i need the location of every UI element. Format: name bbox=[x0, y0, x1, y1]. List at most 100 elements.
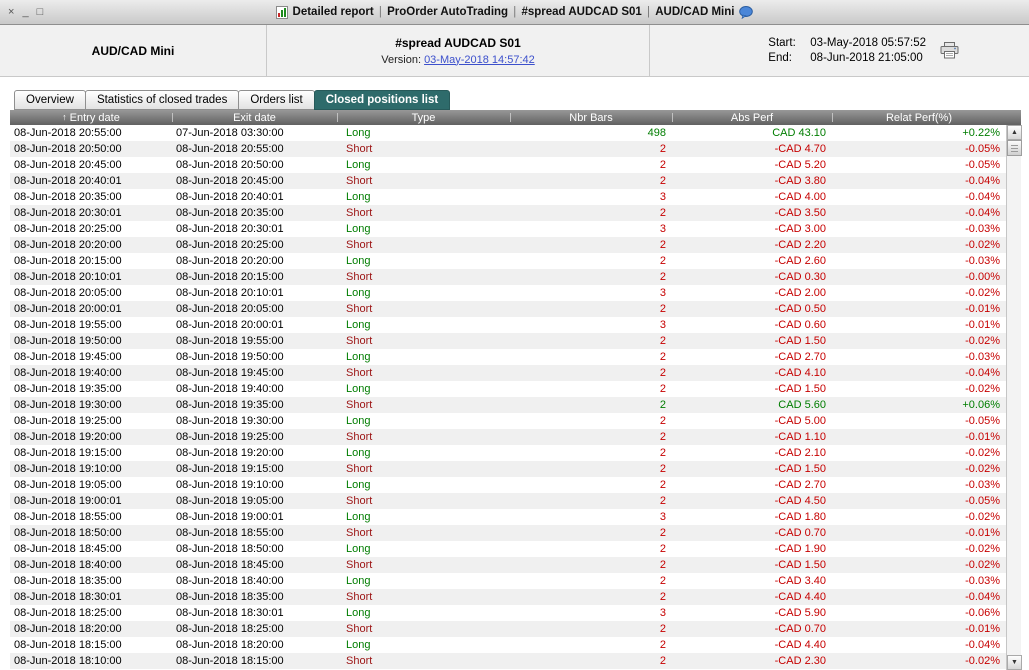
cell-entry: 08-Jun-2018 20:00:01 bbox=[14, 303, 122, 315]
table-row[interactable]: 08-Jun-2018 18:15:00 08-Jun-2018 18:20:00… bbox=[10, 637, 1006, 653]
cell-entry: 08-Jun-2018 19:50:00 bbox=[14, 335, 122, 347]
cell-abs: -CAD 5.20 bbox=[774, 159, 826, 171]
cell-relat: -0.03% bbox=[965, 575, 1000, 587]
column-header-exit-date[interactable]: Exit date bbox=[172, 110, 337, 125]
cell-bars: 2 bbox=[659, 495, 666, 507]
title-separator: | bbox=[510, 6, 520, 18]
table-row[interactable]: 08-Jun-2018 19:20:00 08-Jun-2018 19:25:00… bbox=[10, 429, 1006, 445]
scrollbar-thumb[interactable] bbox=[1007, 140, 1022, 156]
cell-type: Long bbox=[346, 127, 371, 139]
cell-exit: 08-Jun-2018 18:25:00 bbox=[176, 623, 284, 635]
cell-exit: 08-Jun-2018 19:20:00 bbox=[176, 447, 284, 459]
cell-bars: 2 bbox=[659, 143, 666, 155]
table-row[interactable]: 08-Jun-2018 18:35:00 08-Jun-2018 18:40:00… bbox=[10, 573, 1006, 589]
table-row[interactable]: 08-Jun-2018 20:25:00 08-Jun-2018 20:30:01… bbox=[10, 221, 1006, 237]
table-row[interactable]: 08-Jun-2018 20:40:01 08-Jun-2018 20:45:00… bbox=[10, 173, 1006, 189]
table-row[interactable]: 08-Jun-2018 18:10:00 08-Jun-2018 18:15:00… bbox=[10, 653, 1006, 669]
table-row[interactable]: 08-Jun-2018 20:55:00 07-Jun-2018 03:30:00… bbox=[10, 125, 1006, 141]
table-row[interactable]: 08-Jun-2018 18:30:01 08-Jun-2018 18:35:00… bbox=[10, 589, 1006, 605]
cell-relat: -0.03% bbox=[965, 223, 1000, 235]
table-row[interactable]: 08-Jun-2018 20:30:01 08-Jun-2018 20:35:00… bbox=[10, 205, 1006, 221]
cell-entry: 08-Jun-2018 19:45:00 bbox=[14, 351, 122, 363]
cell-relat: -0.06% bbox=[965, 607, 1000, 619]
title-part: ProOrder AutoTrading bbox=[387, 6, 509, 18]
end-row: End: 08-Jun-2018 21:05:00 bbox=[768, 51, 926, 66]
scroll-up-button[interactable]: ▲ bbox=[1007, 125, 1022, 140]
version-link[interactable]: 03-May-2018 14:57:42 bbox=[424, 54, 535, 66]
cell-type: Long bbox=[346, 287, 371, 299]
cell-relat: -0.02% bbox=[965, 239, 1000, 251]
vertical-scrollbar[interactable]: ▲ ▼ bbox=[1006, 125, 1022, 670]
cell-relat: -0.03% bbox=[965, 255, 1000, 267]
cell-type: Short bbox=[346, 527, 373, 539]
table-row[interactable]: 08-Jun-2018 20:05:00 08-Jun-2018 20:10:01… bbox=[10, 285, 1006, 301]
cell-relat: -0.04% bbox=[965, 639, 1000, 651]
cell-bars: 2 bbox=[659, 207, 666, 219]
cell-exit: 08-Jun-2018 20:30:01 bbox=[176, 223, 284, 235]
cell-abs: -CAD 1.50 bbox=[774, 559, 826, 571]
table-row[interactable]: 08-Jun-2018 18:20:00 08-Jun-2018 18:25:00… bbox=[10, 621, 1006, 637]
cell-type: Short bbox=[346, 655, 373, 667]
cell-bars: 2 bbox=[659, 623, 666, 635]
chat-bubble-icon[interactable] bbox=[739, 5, 754, 19]
table-row[interactable]: 08-Jun-2018 18:50:00 08-Jun-2018 18:55:00… bbox=[10, 525, 1006, 541]
cell-abs: -CAD 2.10 bbox=[774, 447, 826, 459]
table-row[interactable]: 08-Jun-2018 20:35:00 08-Jun-2018 20:40:01… bbox=[10, 189, 1006, 205]
print-button[interactable] bbox=[940, 42, 959, 59]
table-row[interactable]: 08-Jun-2018 20:45:00 08-Jun-2018 20:50:00… bbox=[10, 157, 1006, 173]
tab-orders-list[interactable]: Orders list bbox=[238, 90, 315, 110]
table-row[interactable]: 08-Jun-2018 20:20:00 08-Jun-2018 20:25:00… bbox=[10, 237, 1006, 253]
instrument-panel: AUD/CAD Mini bbox=[0, 25, 267, 76]
tab-closed-positions-list[interactable]: Closed positions list bbox=[313, 90, 451, 110]
cell-abs: -CAD 1.50 bbox=[774, 383, 826, 395]
table-row[interactable]: 08-Jun-2018 19:40:00 08-Jun-2018 19:45:00… bbox=[10, 365, 1006, 381]
cell-bars: 2 bbox=[659, 463, 666, 475]
cell-relat: -0.02% bbox=[965, 335, 1000, 347]
cell-type: Long bbox=[346, 479, 371, 491]
cell-exit: 08-Jun-2018 20:15:00 bbox=[176, 271, 284, 283]
tab-overview[interactable]: Overview bbox=[14, 90, 86, 110]
report-summary: AUD/CAD Mini #spread AUDCAD S01 Version:… bbox=[0, 25, 1029, 77]
cell-entry: 08-Jun-2018 18:10:00 bbox=[14, 655, 122, 667]
cell-exit: 08-Jun-2018 19:05:00 bbox=[176, 495, 284, 507]
table-row[interactable]: 08-Jun-2018 19:35:00 08-Jun-2018 19:40:00… bbox=[10, 381, 1006, 397]
table-row[interactable]: 08-Jun-2018 18:40:00 08-Jun-2018 18:45:00… bbox=[10, 557, 1006, 573]
table-row[interactable]: 08-Jun-2018 19:00:01 08-Jun-2018 19:05:00… bbox=[10, 493, 1006, 509]
table-row[interactable]: 08-Jun-2018 19:45:00 08-Jun-2018 19:50:00… bbox=[10, 349, 1006, 365]
table-row[interactable]: 08-Jun-2018 19:15:00 08-Jun-2018 19:20:00… bbox=[10, 445, 1006, 461]
column-header-nbr-bars[interactable]: Nbr Bars bbox=[510, 110, 672, 125]
scroll-down-button[interactable]: ▼ bbox=[1007, 655, 1022, 670]
table-row[interactable]: 08-Jun-2018 19:55:00 08-Jun-2018 20:00:01… bbox=[10, 317, 1006, 333]
cell-relat: -0.05% bbox=[965, 159, 1000, 171]
minimize-button[interactable]: _ bbox=[22, 7, 28, 18]
table-row[interactable]: 08-Jun-2018 20:00:01 08-Jun-2018 20:05:00… bbox=[10, 301, 1006, 317]
tab-statistics-of-closed-trades[interactable]: Statistics of closed trades bbox=[84, 90, 240, 110]
table-row[interactable]: 08-Jun-2018 19:50:00 08-Jun-2018 19:55:00… bbox=[10, 333, 1006, 349]
table-row[interactable]: 08-Jun-2018 18:25:00 08-Jun-2018 18:30:01… bbox=[10, 605, 1006, 621]
cell-exit: 08-Jun-2018 18:50:00 bbox=[176, 543, 284, 555]
window-title: Detailed report | ProOrder AutoTrading |… bbox=[275, 5, 754, 19]
cell-type: Long bbox=[346, 351, 371, 363]
close-button[interactable]: × bbox=[8, 7, 14, 18]
table-row[interactable]: 08-Jun-2018 20:10:01 08-Jun-2018 20:15:00… bbox=[10, 269, 1006, 285]
table-row[interactable]: 08-Jun-2018 20:50:00 08-Jun-2018 20:55:00… bbox=[10, 141, 1006, 157]
maximize-button[interactable]: □ bbox=[37, 7, 44, 18]
period-panel: Start: 03-May-2018 05:57:52 End: 08-Jun-… bbox=[650, 25, 1029, 76]
table-row[interactable]: 08-Jun-2018 19:30:00 08-Jun-2018 19:35:00… bbox=[10, 397, 1006, 413]
system-panel: #spread AUDCAD S01 Version: 03-May-2018 … bbox=[267, 25, 650, 76]
column-header-relat-perf[interactable]: Relat Perf(%) bbox=[832, 110, 1006, 125]
column-header-label: Relat Perf(%) bbox=[885, 111, 953, 124]
cell-entry: 08-Jun-2018 19:05:00 bbox=[14, 479, 122, 491]
cell-entry: 08-Jun-2018 19:15:00 bbox=[14, 447, 122, 459]
table-row[interactable]: 08-Jun-2018 18:55:00 08-Jun-2018 19:00:01… bbox=[10, 509, 1006, 525]
column-header-entry-date[interactable]: ↑ Entry date bbox=[10, 110, 172, 125]
table-row[interactable]: 08-Jun-2018 19:25:00 08-Jun-2018 19:30:00… bbox=[10, 413, 1006, 429]
cell-bars: 498 bbox=[647, 127, 666, 139]
column-header-label: Exit date bbox=[233, 111, 276, 124]
table-row[interactable]: 08-Jun-2018 19:10:00 08-Jun-2018 19:15:00… bbox=[10, 461, 1006, 477]
column-header-type[interactable]: Type bbox=[337, 110, 510, 125]
table-row[interactable]: 08-Jun-2018 18:45:00 08-Jun-2018 18:50:00… bbox=[10, 541, 1006, 557]
table-row[interactable]: 08-Jun-2018 19:05:00 08-Jun-2018 19:10:00… bbox=[10, 477, 1006, 493]
column-header-abs-perf[interactable]: Abs Perf bbox=[672, 110, 832, 125]
table-row[interactable]: 08-Jun-2018 20:15:00 08-Jun-2018 20:20:00… bbox=[10, 253, 1006, 269]
